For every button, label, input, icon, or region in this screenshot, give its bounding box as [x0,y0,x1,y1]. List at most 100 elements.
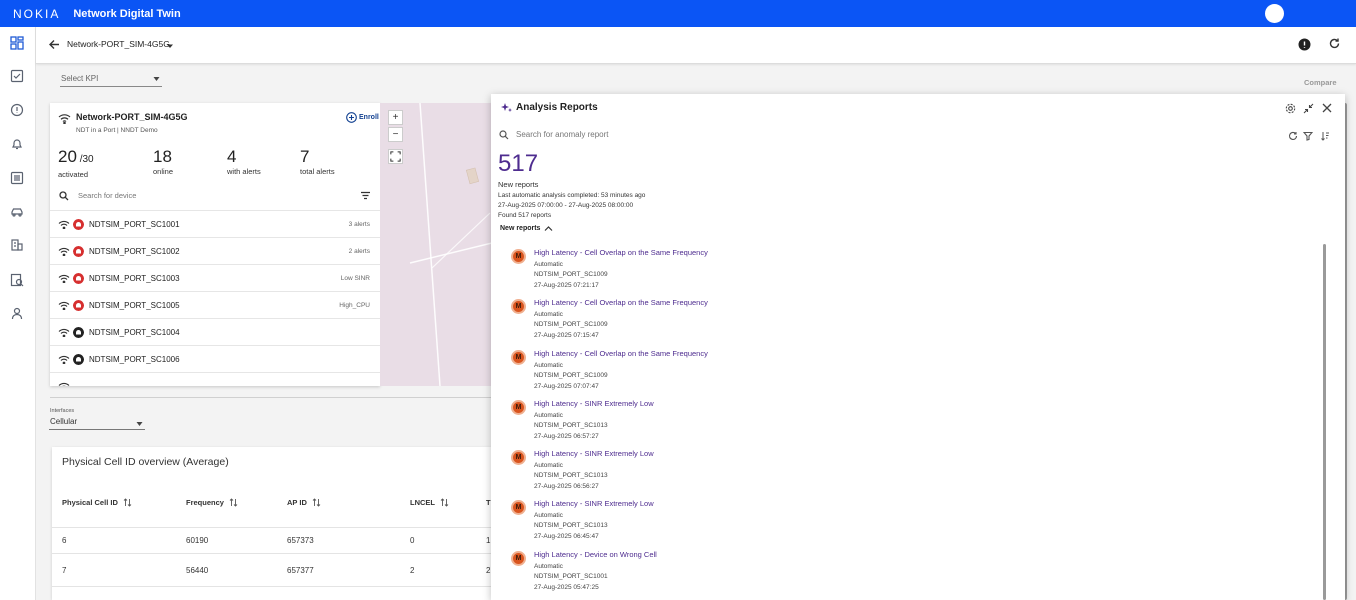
stat-activated: 20 /30 activated [58,148,94,180]
compare-button[interactable]: Compare [1304,78,1337,87]
wifi-icon [58,301,70,310]
report-list-scrollbar[interactable] [1323,244,1326,600]
building-icon[interactable] [10,238,24,252]
column-header[interactable]: Frequency [186,498,238,507]
report-badge: M [511,550,526,566]
device-row[interactable]: NDTSIM_PORT_SC1003 Low SINR [50,264,380,291]
refresh-icon[interactable] [1328,37,1341,50]
chevron-down-icon [136,422,143,426]
table-cell: 657377 [287,566,314,575]
wifi-icon [58,274,70,283]
network-selector[interactable]: Network-PORT_SIM-4G5G [67,39,170,49]
report-search-icon[interactable] [10,273,24,287]
page-header: Network-PORT_SIM-4G5G [36,27,1356,64]
new-reports-toggle[interactable]: New reports [500,225,553,232]
last-analysis-text: Last automatic analysis completed: 53 mi… [498,192,646,199]
device-row[interactable]: NDTSIM_PORT_SC1001 3 alerts [50,210,380,237]
back-arrow-icon[interactable] [48,38,61,51]
report-cell: NDTSIM_PORT_SC1009 [534,371,608,379]
report-time: 27-Aug-2025 06:45:47 [534,533,599,541]
interfaces-select[interactable]: Cellular [49,416,145,430]
report-cell: NDTSIM_PORT_SC1013 [534,522,608,530]
wifi-icon [58,114,71,124]
report-type: Automatic [534,462,563,470]
close-icon[interactable] [1322,103,1332,113]
alert-badge-icon [73,246,84,257]
device-name: NDTSIM_PORT_SC1005 [89,301,180,310]
alert-badge-icon [73,300,84,311]
report-item[interactable]: M High Latency - Cell Overlap on the Sam… [491,345,1345,395]
report-item[interactable]: M High Latency - SINR Extremely Low Auto… [491,445,1345,495]
user-avatar[interactable] [1265,4,1284,23]
report-type: Automatic [534,512,563,520]
table-cell: 1 [486,536,491,545]
report-type: Automatic [534,562,563,570]
report-cell: NDTSIM_PORT_SC1013 [534,421,608,429]
stat-total-alerts-value: 7 [300,147,310,166]
stat-with-alerts-value: 4 [227,147,237,166]
report-list: M High Latency - Cell Overlap on the Sam… [491,244,1345,596]
report-item[interactable]: M High Latency - Cell Overlap on the Sam… [491,294,1345,344]
enroll-button[interactable]: Enroll [346,112,379,123]
report-title-link[interactable]: High Latency - Device on Wrong Cell [534,550,657,559]
vehicle-icon[interactable] [10,205,24,219]
user-icon[interactable] [10,306,24,320]
device-status: 3 alerts [348,221,370,228]
device-search-input[interactable]: Search for device [78,191,136,200]
bell-icon[interactable] [10,137,24,151]
device-row[interactable]: NDTSIM_PORT_SC1002 2 alerts [50,237,380,264]
sort-icon[interactable] [1320,131,1330,141]
filter-icon[interactable] [1303,131,1313,141]
wifi-icon [58,355,70,364]
alert-icon[interactable] [10,103,24,117]
report-title-link[interactable]: High Latency - SINR Extremely Low [534,499,654,508]
column-header[interactable]: T [486,498,491,507]
report-search-input[interactable]: Search for anomaly report [516,130,609,139]
info-icon[interactable] [1298,38,1311,51]
search-icon [499,130,509,140]
device-row[interactable]: NDTSIM_PORT_SC1005 High_CPU [50,291,380,318]
column-header[interactable]: LNCEL [410,498,449,507]
stat-online: 18 online [153,148,173,177]
gear-icon[interactable] [1285,103,1296,114]
network-title: Network-PORT_SIM-4G5G [76,112,188,122]
report-title-link[interactable]: High Latency - SINR Extremely Low [534,399,654,408]
device-row[interactable]: NDTSIM_PORT_SC1006 [50,345,380,372]
kpi-select[interactable]: Select KPI [60,71,162,87]
report-item[interactable]: M High Latency - SINR Extremely Low Auto… [491,395,1345,445]
table-cell: 2 [410,566,415,575]
fullscreen-button[interactable] [388,149,403,164]
report-title-link[interactable]: High Latency - SINR Extremely Low [534,449,654,458]
report-type: Automatic [534,411,563,419]
report-title-link[interactable]: High Latency - Cell Overlap on the Same … [534,349,708,358]
report-time: 27-Aug-2025 07:21:17 [534,282,599,289]
report-title-link[interactable]: High Latency - Cell Overlap on the Same … [534,298,708,307]
refresh-icon[interactable] [1288,131,1298,141]
checklist-icon[interactable] [10,69,24,83]
report-cell: NDTSIM_PORT_SC1009 [534,271,608,278]
list-icon[interactable] [10,171,24,185]
device-name: NDTSIM_PORT_SC1001 [89,220,180,229]
report-item[interactable]: M High Latency - Cell Overlap on the Sam… [491,244,1345,294]
report-item[interactable]: M High Latency - SINR Extremely Low Auto… [491,495,1345,545]
chevron-down-icon[interactable] [166,41,174,49]
map-view[interactable]: + − [380,103,492,386]
report-title-link[interactable]: High Latency - Cell Overlap on the Same … [534,248,708,257]
map-roads [409,103,492,386]
table-cell: 60190 [186,536,209,545]
device-row-partial[interactable] [50,372,380,386]
zoom-in-button[interactable]: + [388,110,403,125]
sort-icon[interactable] [360,191,371,200]
device-row[interactable]: NDTSIM_PORT_SC1004 [50,318,380,345]
stat-with-alerts-label: with alerts [227,167,261,176]
zoom-out-button[interactable]: − [388,127,403,142]
dashboard-icon[interactable] [10,36,24,50]
table-cell: 0 [410,536,415,545]
column-header[interactable]: AP ID [287,498,321,507]
column-header[interactable]: Physical Cell ID [62,498,132,507]
stat-total-alerts-label: total alerts [300,167,335,176]
report-count: 517 [498,150,539,177]
device-list: NDTSIM_PORT_SC1001 3 alerts NDTSIM_PORT_… [50,210,380,386]
report-item[interactable]: M High Latency - Device on Wrong Cell Au… [491,546,1345,596]
collapse-icon[interactable] [1303,103,1314,114]
